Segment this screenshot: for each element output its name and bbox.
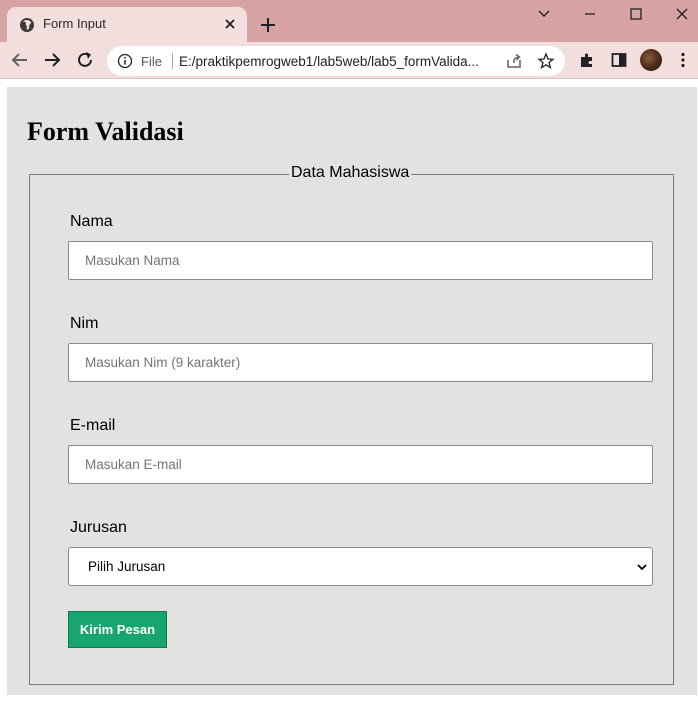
plus-icon[interactable] [258,15,278,35]
avatar[interactable] [640,49,662,71]
fieldset-legend: Data Mahasiswa [289,164,412,182]
nim-input[interactable]: Masukan Nim (9 karakter) [68,343,653,382]
address-divider [172,53,173,69]
close-icon[interactable] [221,15,239,33]
browser-toolbar: File E:/praktikpemrogweb1/lab5web/lab5_f… [0,42,698,78]
page-title: Form Validasi [27,117,184,146]
email-placeholder: Masukan E-mail [85,457,182,472]
url-text[interactable]: E:/praktikpemrogweb1/lab5web/lab5_formVa… [179,54,479,69]
toolbar-divider [0,78,698,79]
back-arrow-icon[interactable] [10,50,30,70]
tab-title: Form Input [43,16,106,31]
email-label: E-mail [70,417,116,434]
form-fieldset: Data Mahasiswa Nama Masukan Nama Nim Mas… [29,164,674,685]
nim-placeholder: Masukan Nim (9 karakter) [85,355,241,370]
reload-icon[interactable] [75,50,95,70]
window-close-icon[interactable] [673,5,691,23]
info-icon[interactable] [117,53,133,69]
nama-input[interactable]: Masukan Nama [68,241,653,280]
jurusan-label: Jurusan [70,519,127,536]
address-bar[interactable]: File E:/praktikpemrogweb1/lab5web/lab5_f… [107,46,565,76]
share-icon[interactable] [505,52,523,70]
jurusan-select[interactable]: Pilih Jurusan [68,547,653,586]
puzzle-icon[interactable] [578,51,596,69]
email-input[interactable]: Masukan E-mail [68,445,653,484]
submit-button[interactable]: Kirim Pesan [68,611,167,648]
page-viewport: Form Validasi Data Mahasiswa Nama Masuka… [7,87,697,695]
maximize-icon[interactable] [627,5,645,23]
star-icon[interactable] [537,52,555,70]
url-scheme: File [141,54,162,69]
globe-icon [20,18,34,32]
chevron-down-icon [637,564,647,571]
tab-strip: Form Input [0,0,698,42]
nama-placeholder: Masukan Nama [85,253,180,268]
kebab-menu-icon[interactable] [674,51,692,69]
chevron-down-icon[interactable] [535,5,553,23]
jurusan-selected-value: Pilih Jurusan [88,559,166,574]
side-panel-icon[interactable] [610,51,628,69]
forward-arrow-icon[interactable] [42,50,62,70]
minimize-icon[interactable] [581,5,599,23]
nama-label: Nama [70,213,113,230]
browser-tab[interactable]: Form Input [7,7,247,42]
nim-label: Nim [70,315,99,332]
